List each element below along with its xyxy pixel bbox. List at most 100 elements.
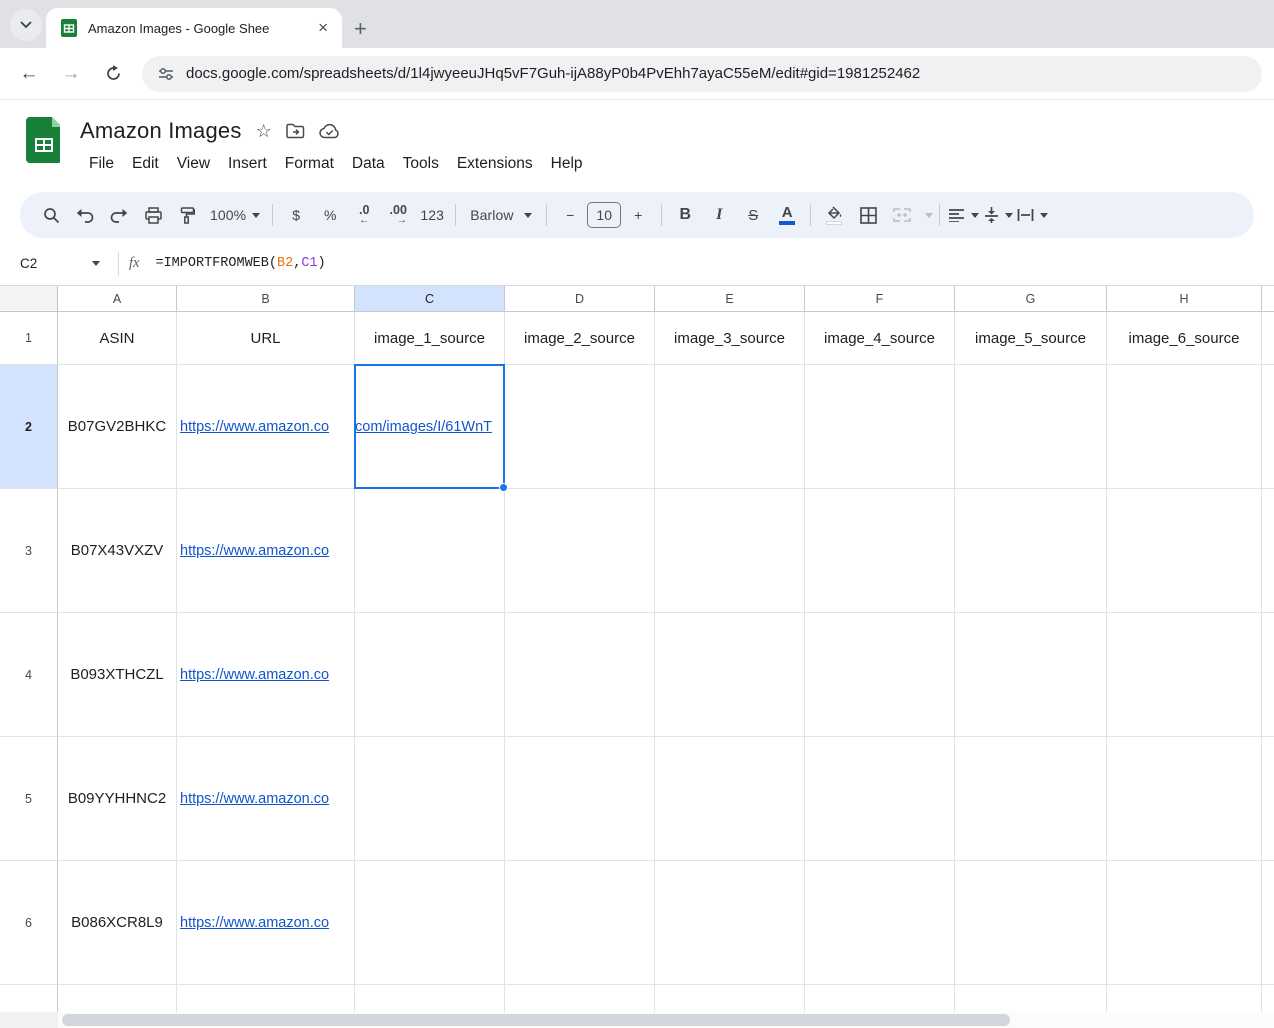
browser-tab[interactable]: Amazon Images - Google Shee × [46,8,342,48]
paint-format-icon[interactable] [172,200,202,230]
menu-view[interactable]: View [168,152,219,176]
cell[interactable]: https://www.amazon.co [177,861,355,985]
zoom-select[interactable]: 100% [206,200,264,230]
cell[interactable] [805,737,955,861]
font-size-input[interactable]: 10 [587,202,621,228]
text-wrapping-button[interactable] [1017,200,1048,230]
italic-button[interactable]: I [704,200,734,230]
menu-file[interactable]: File [80,152,123,176]
fill-handle[interactable] [499,483,508,492]
column-header-D[interactable]: D [505,286,655,312]
menu-help[interactable]: Help [542,152,592,176]
cell[interactable]: image_4_source [805,312,955,365]
cell[interactable] [505,365,655,489]
decrease-decimals-button[interactable]: .0← [349,200,379,230]
cell[interactable] [955,737,1107,861]
row-header-4[interactable]: 4 [0,613,58,737]
menu-tools[interactable]: Tools [394,152,448,176]
format-currency-button[interactable]: $ [281,200,311,230]
cell[interactable] [955,365,1107,489]
borders-button[interactable] [853,200,883,230]
star-icon[interactable]: ☆ [256,121,272,142]
font-family-select[interactable]: Barlow [464,200,538,230]
column-header-I[interactable]: I [1262,286,1274,312]
column-header-H[interactable]: H [1107,286,1262,312]
scrollbar-track[interactable] [58,1012,1274,1028]
cell[interactable]: https://www.amazon.co [177,613,355,737]
cell[interactable] [805,489,955,613]
cell[interactable]: image_2_source [505,312,655,365]
select-all-corner[interactable] [0,286,58,312]
tab-search-button[interactable] [10,9,42,41]
increase-decimals-button[interactable]: .00→ [383,200,413,230]
cell[interactable] [955,613,1107,737]
cell[interactable]: B086XCR8L9 [58,861,177,985]
cell[interactable]: https://www.amazon.co [177,489,355,613]
menu-format[interactable]: Format [276,152,343,176]
cell[interactable] [505,861,655,985]
column-header-C[interactable]: C [355,286,505,312]
text-color-button[interactable]: A [772,200,802,230]
menu-extensions[interactable]: Extensions [448,152,542,176]
document-title[interactable]: Amazon Images [80,118,242,144]
cell[interactable]: B07X43VXZV [58,489,177,613]
cell[interactable] [1107,613,1262,737]
cell[interactable] [655,737,805,861]
cell-link[interactable]: https://www.amazon.co [180,915,329,931]
more-formats-button[interactable]: 123 [417,200,447,230]
menu-insert[interactable]: Insert [219,152,276,176]
print-icon[interactable] [138,200,168,230]
cell[interactable] [1107,737,1262,861]
cell[interactable] [505,737,655,861]
cell[interactable] [505,489,655,613]
vertical-align-button[interactable] [983,200,1013,230]
cell[interactable] [1262,312,1274,365]
cell[interactable]: image_1_source [355,312,505,365]
column-header-G[interactable]: G [955,286,1107,312]
redo-icon[interactable] [104,200,134,230]
back-icon[interactable]: ← [12,57,46,91]
move-folder-icon[interactable] [286,123,305,139]
cell[interactable] [1262,861,1274,985]
reload-icon[interactable] [96,57,130,91]
new-tab-button[interactable]: + [354,18,367,40]
cell[interactable] [1262,737,1274,861]
cell[interactable] [505,613,655,737]
cell[interactable]: B07GV2BHKC [58,365,177,489]
cell[interactable] [1262,489,1274,613]
cell[interactable] [1107,365,1262,489]
url-bar[interactable]: docs.google.com/spreadsheets/d/1l4jwyeeu… [142,56,1262,92]
url-text[interactable]: docs.google.com/spreadsheets/d/1l4jwyeeu… [186,65,920,82]
cell[interactable] [655,613,805,737]
cell[interactable] [355,737,505,861]
menu-data[interactable]: Data [343,152,394,176]
column-header-F[interactable]: F [805,286,955,312]
cell[interactable]: image_3_source [655,312,805,365]
cell[interactable] [955,861,1107,985]
forward-icon[interactable]: → [54,57,88,91]
column-header-E[interactable]: E [655,286,805,312]
fill-color-button[interactable] [819,200,849,230]
row-header-3[interactable]: 3 [0,489,58,613]
cell[interactable]: com/images/I/61WnT [355,365,505,489]
cell[interactable] [355,489,505,613]
undo-icon[interactable] [70,200,100,230]
cell[interactable] [655,365,805,489]
cell[interactable] [955,489,1107,613]
cell-link[interactable]: https://www.amazon.co [180,419,329,435]
cell[interactable]: URL [177,312,355,365]
cell[interactable] [1262,613,1274,737]
row-header-5[interactable]: 5 [0,737,58,861]
menu-edit[interactable]: Edit [123,152,168,176]
cloud-saved-icon[interactable] [319,124,340,139]
cell[interactable]: B09YYHHNC2 [58,737,177,861]
format-percent-button[interactable]: % [315,200,345,230]
cell[interactable] [1262,365,1274,489]
row-header-6[interactable]: 6 [0,861,58,985]
search-icon[interactable] [36,200,66,230]
formula-input[interactable]: =IMPORTFROMWEB(B2,C1) [155,256,325,271]
cell[interactable] [805,613,955,737]
cell[interactable]: https://www.amazon.co [177,737,355,861]
cell[interactable] [1107,489,1262,613]
cell-link[interactable]: https://www.amazon.co [180,543,329,559]
